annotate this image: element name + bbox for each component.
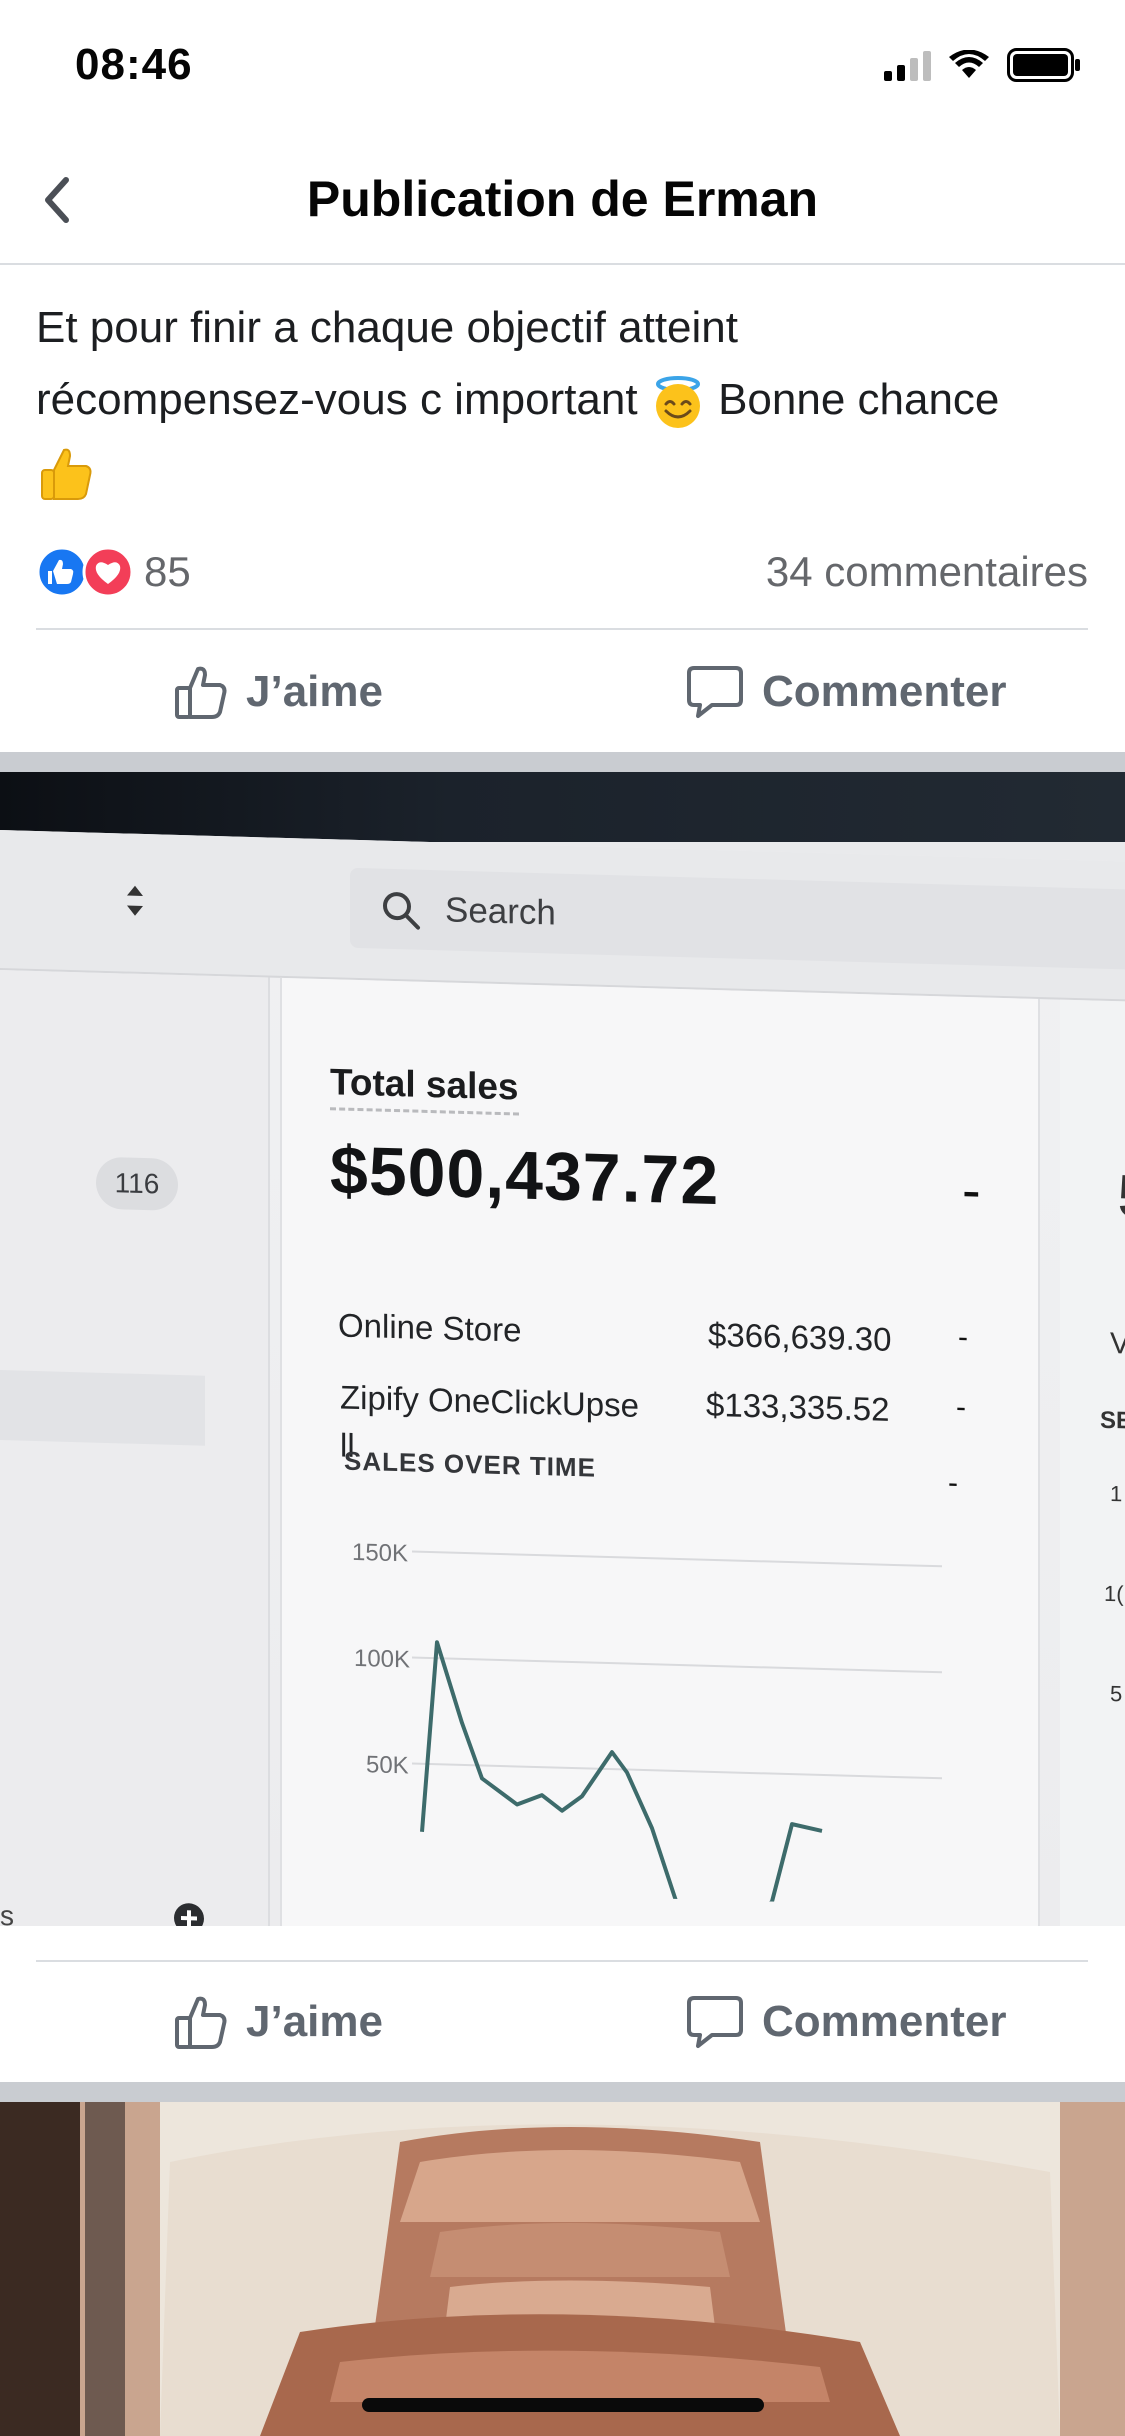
total-sales-label: Total sales — [330, 1061, 519, 1116]
sales-over-time-title: SALES OVER TIME — [344, 1445, 596, 1483]
reaction-count: 85 — [144, 548, 191, 595]
screen-sidebar-highlight — [0, 1370, 205, 1446]
screen-sidebar: 116 s — [0, 970, 270, 1926]
row-online-store-value: $366,639.30 — [708, 1315, 892, 1358]
header: Publication de Erman — [0, 130, 1125, 265]
photo-screen: Search 116 s Total sales $500,437.72 - O… — [0, 830, 1125, 1926]
reaction-icons — [36, 546, 134, 598]
edge-text-2: V — [1110, 1327, 1125, 1361]
dash-online-store: - — [958, 1320, 968, 1355]
search-icon — [383, 892, 420, 930]
post-photo-watch[interactable] — [0, 2102, 1125, 2436]
reactions-row[interactable]: 85 34 commentaires — [36, 540, 1088, 602]
feed-separator-2 — [0, 2082, 1125, 2102]
like-button[interactable]: J’aime — [174, 632, 383, 752]
like-label-2: J’aime — [246, 1997, 383, 2046]
status-time: 08:46 — [75, 40, 193, 89]
edge-text-5: 1( — [1104, 1580, 1124, 1607]
action-bar-2: J’aime Commenter — [0, 1962, 1125, 2082]
like-outline-icon — [175, 666, 227, 719]
comment-outline-icon — [687, 666, 743, 718]
screen-sidebar-letter: s — [0, 1900, 14, 1926]
screen-badge: 116 — [96, 1156, 178, 1211]
post-text-line2-part2: Bonne chance — [718, 375, 1000, 424]
screen-search-box: Search — [350, 867, 1125, 971]
total-sales-value: $500,437.72 — [330, 1132, 720, 1220]
dash-total: - — [962, 1157, 981, 1222]
row-online-store-label: Online Store — [338, 1306, 522, 1349]
edge-text-4: 1 — [1110, 1481, 1123, 1507]
like-label: J’aime — [246, 667, 383, 716]
status-bar: 08:46 — [0, 0, 1125, 130]
comment-label-2: Commenter — [762, 1997, 1007, 2046]
plus-circle-icon — [174, 1903, 204, 1926]
post-text-line2-part1: récompensez-vous c important — [36, 375, 638, 424]
screen-search-label: Search — [445, 890, 556, 933]
love-icon — [82, 546, 134, 598]
comments-count[interactable]: 34 commentaires — [766, 548, 1088, 596]
sales-over-time-chart: 150K 100K 50K — [352, 1539, 942, 1907]
cellular-signal-icon — [884, 49, 931, 81]
like-icon — [36, 546, 88, 598]
dash-zipify: - — [956, 1390, 966, 1424]
sort-arrows-icon — [127, 885, 143, 916]
like-button-2[interactable]: J’aime — [174, 1962, 383, 2082]
screen-sales-panel: Total sales $500,437.72 - Online Store $… — [280, 977, 1040, 1926]
y-tick-150k: 150K — [352, 1539, 408, 1568]
edge-text-6: 5 — [1110, 1681, 1123, 1707]
divider — [36, 628, 1088, 630]
edge-text-1: 5 — [1118, 1162, 1125, 1231]
post-text-line3 — [36, 436, 1096, 508]
home-indicator[interactable] — [362, 2398, 764, 2412]
photo-bezel — [0, 772, 1125, 842]
post-text-line2: récompensez-vous c important Bonne chanc… — [36, 364, 1096, 436]
comment-button[interactable]: Commenter — [686, 632, 1007, 752]
comment-outline-icon — [687, 1996, 743, 2048]
y-tick-100k: 100K — [354, 1645, 410, 1674]
smiling-face-with-halo-icon — [655, 376, 700, 429]
feed-separator — [0, 752, 1125, 772]
screen-edge-panel: 5 V SE 1 1( 5 — [1060, 999, 1125, 1926]
y-tick-50k: 50K — [366, 1751, 409, 1779]
row-zipify-label-1: Zipify OneClickUpse — [340, 1378, 639, 1424]
comment-button-2[interactable]: Commenter — [686, 1962, 1007, 2082]
action-bar: J’aime Commenter — [0, 632, 1125, 752]
sales-line — [420, 1640, 823, 1907]
dash-extra: - — [948, 1466, 958, 1500]
wifi-icon — [949, 50, 989, 78]
post-text: Et pour finir a chaque objectif atteint … — [36, 292, 1096, 508]
thumbs-up-icon — [41, 449, 92, 501]
post-photo-sales[interactable]: Search 116 s Total sales $500,437.72 - O… — [0, 772, 1125, 1926]
like-outline-icon — [175, 1996, 227, 2049]
comment-label: Commenter — [762, 667, 1007, 716]
row-zipify-value: $133,335.52 — [706, 1385, 890, 1428]
status-icons — [884, 48, 1081, 82]
watch-photo-graphic — [0, 2102, 1125, 2436]
post-text-line1: Et pour finir a chaque objectif atteint — [36, 303, 738, 352]
battery-icon — [1007, 48, 1080, 82]
edge-text-3: SE — [1100, 1406, 1125, 1435]
page-title: Publication de Erman — [306, 171, 819, 227]
